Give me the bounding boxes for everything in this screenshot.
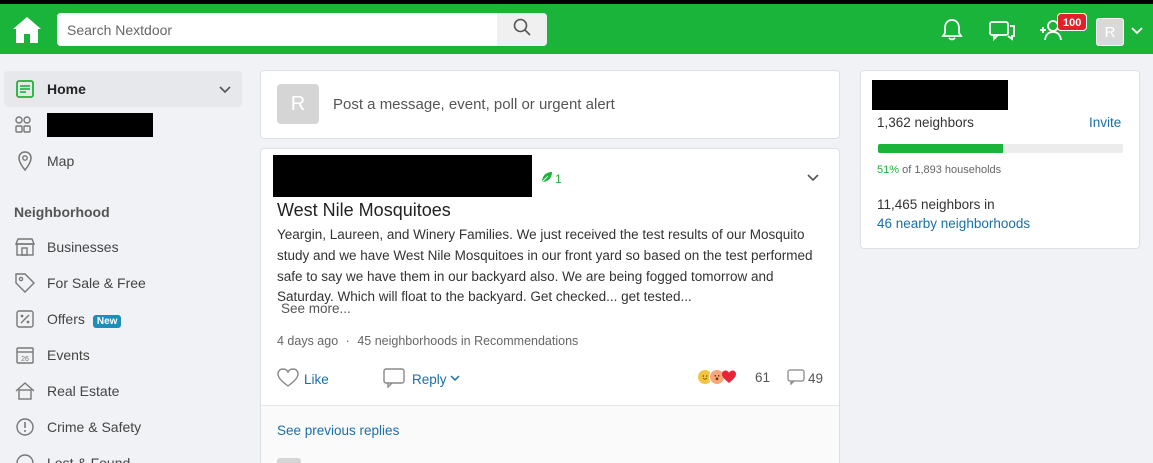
reply-icon xyxy=(383,368,405,391)
households-label: of 1,893 households xyxy=(902,164,1002,176)
avatar xyxy=(277,458,301,463)
chevron-down-icon[interactable] xyxy=(218,83,232,97)
like-button[interactable]: Like xyxy=(277,368,329,391)
reaction-count[interactable]: 61 xyxy=(755,370,770,385)
post-body: Yeargin, Laureen, and Winery Families. W… xyxy=(277,227,813,305)
redacted-neighborhood-name xyxy=(872,80,1008,110)
new-badge: New xyxy=(92,315,122,328)
sidebar-item-label: Crime & Safety xyxy=(47,419,142,435)
notification-badge: 100 xyxy=(1057,13,1088,31)
home-feed-icon xyxy=(14,78,36,100)
search-icon xyxy=(513,18,531,41)
composer-prompt[interactable]: Post a message, event, poll or urgent al… xyxy=(333,96,615,113)
sidebar-item-map[interactable]: Map xyxy=(4,143,242,179)
reaction-icons[interactable] xyxy=(697,369,737,385)
storefront-icon xyxy=(14,236,36,258)
progress-fill xyxy=(878,144,1003,153)
sidebar-item-label: Map xyxy=(47,153,75,169)
home-icon[interactable] xyxy=(11,15,43,45)
reply-label: Reply xyxy=(412,372,447,387)
post-title[interactable]: West Nile Mosquitoes xyxy=(277,200,451,221)
map-pin-icon xyxy=(14,150,36,172)
post-composer[interactable]: R Post a message, event, poll or urgent … xyxy=(260,70,840,139)
leaf-badge: 1 xyxy=(541,171,562,186)
offers-label: Offers xyxy=(47,311,85,327)
bell-icon[interactable] xyxy=(938,17,966,43)
sidebar-item-label: Lost & Found xyxy=(47,455,131,463)
see-more-link[interactable]: See more... xyxy=(281,301,351,316)
top-navigation-bar: 100 R xyxy=(0,4,1153,54)
lost-found-icon xyxy=(14,452,36,463)
comment-count-button[interactable]: 49 xyxy=(787,369,823,388)
sidebar-item-label: Events xyxy=(47,347,90,363)
sidebar-item-home[interactable]: Home xyxy=(4,71,242,107)
chevron-down-icon[interactable] xyxy=(806,171,820,185)
search-bar xyxy=(57,13,547,46)
sidebar-item-label: Businesses xyxy=(47,239,119,255)
section-title-neighborhood: Neighborhood xyxy=(14,204,110,220)
avatar: R xyxy=(277,84,319,124)
reply-button[interactable]: Reply xyxy=(383,368,461,391)
sidebar-item-label: Real Estate xyxy=(47,383,120,399)
chat-icon[interactable] xyxy=(988,17,1016,43)
chevron-down-icon[interactable] xyxy=(1130,24,1144,38)
sidebar-item-label: Offers New xyxy=(47,311,122,328)
leaf-count: 1 xyxy=(555,171,562,186)
search-button[interactable] xyxy=(497,13,547,46)
post-meta: 4 days ago · 45 neighborhoods in Recomme… xyxy=(277,334,578,348)
post-time[interactable]: 4 days ago xyxy=(277,334,338,348)
sidebar-item-events[interactable]: 26 Events xyxy=(4,337,242,373)
chevron-down-icon xyxy=(449,372,461,387)
households-progress-bar xyxy=(878,144,1123,153)
meta-separator: · xyxy=(345,334,350,348)
heart-emoji-icon xyxy=(721,369,737,385)
like-label: Like xyxy=(304,372,329,387)
sidebar-item-lost-found[interactable]: Lost & Found xyxy=(4,445,242,463)
sidebar-item-businesses[interactable]: Businesses xyxy=(4,229,242,265)
sidebar-item-real-estate[interactable]: Real Estate xyxy=(4,373,242,409)
post-audience[interactable]: 45 neighborhoods in Recommendations xyxy=(357,334,578,348)
redacted-group-name xyxy=(47,113,153,137)
search-input[interactable] xyxy=(57,13,497,46)
percent-icon xyxy=(14,308,36,330)
avatar[interactable]: R xyxy=(1096,18,1124,46)
sidebar-item-offers[interactable]: Offers New xyxy=(4,301,242,337)
neighborhood-panel: 1,362 neighbors Invite 51% of 1,893 hous… xyxy=(860,70,1140,249)
neighbors-count: 1,362 neighbors xyxy=(877,115,974,130)
nearby-neighbors-count: 11,465 neighbors in xyxy=(877,197,995,212)
calendar-day: 26 xyxy=(21,356,29,363)
house-icon xyxy=(14,380,36,402)
comment-icon xyxy=(787,369,805,388)
tag-icon xyxy=(14,272,36,294)
sidebar-item-for-sale[interactable]: For Sale & Free xyxy=(4,265,242,301)
post-card: 1 West Nile Mosquitoes Yeargin, Laureen,… xyxy=(260,148,840,463)
households-percent: 51% xyxy=(877,164,900,176)
groups-icon xyxy=(14,114,36,136)
sidebar-item-label: Home xyxy=(47,81,86,97)
nearby-neighborhoods-link[interactable]: 46 nearby neighborhoods xyxy=(877,216,1030,231)
invite-link[interactable]: Invite xyxy=(1089,115,1121,130)
calendar-icon: 26 xyxy=(14,344,36,366)
households-text: 51% of 1,893 households xyxy=(877,164,1001,176)
sidebar-item-crime-safety[interactable]: Crime & Safety xyxy=(4,409,242,445)
see-previous-replies-link[interactable]: See previous replies xyxy=(277,423,399,438)
alert-icon xyxy=(14,416,36,438)
heart-icon xyxy=(277,368,299,391)
sidebar-item-group[interactable] xyxy=(4,107,242,143)
sidebar-item-label: For Sale & Free xyxy=(47,275,146,291)
redacted-author xyxy=(273,155,532,197)
comment-count: 49 xyxy=(808,371,824,386)
leaf-icon xyxy=(541,171,553,186)
